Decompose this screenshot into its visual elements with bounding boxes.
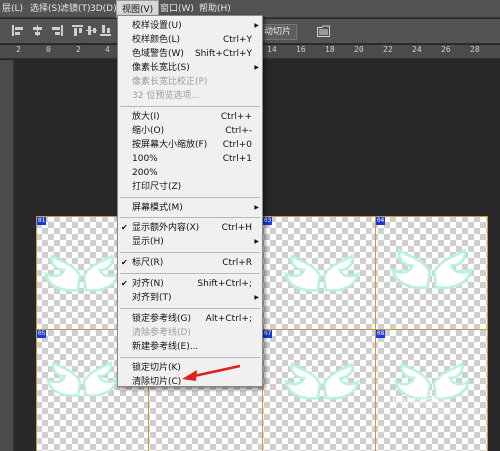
folder-icon[interactable]: [317, 25, 330, 37]
menu-item-screen-mode[interactable]: 屏幕模式(M) ▶: [118, 201, 262, 215]
slice-label: 08: [376, 330, 386, 338]
distribute-top-icon[interactable]: [72, 25, 83, 36]
menu-separator: [120, 273, 260, 274]
menu-item-proof-setup[interactable]: 校样设置(U) ▶: [118, 19, 262, 33]
view-menu-dropdown: 校样设置(U) ▶ 校样颜色(L) Ctrl+Y 色域警告(W) Shift+Ctrl…: [117, 15, 263, 387]
ruler-label: 22: [383, 45, 393, 54]
menu-separator: [120, 357, 260, 358]
menu-item-32bit-preview: 32 位预览选项...: [132, 91, 200, 101]
menu-item-zoom-in[interactable]: 放大(I) Ctrl++: [118, 110, 262, 124]
slice-label: 05: [37, 330, 47, 338]
checkmark-icon: ✔: [121, 258, 128, 267]
menu-separator: [120, 252, 260, 253]
menu-item-show[interactable]: 显示(H) ▶: [118, 235, 262, 249]
ruler-label: 18: [325, 45, 335, 54]
menu-separator: [120, 217, 260, 218]
menu-item-proof-colors[interactable]: 校样颜色(L) Ctrl+Y: [118, 33, 262, 47]
menu-item-snap[interactable]: ✔ 对齐(N) Shift+Ctrl+;: [118, 277, 262, 291]
wings-image: [284, 254, 360, 292]
menu-item-pixel-aspect-correction: 像素长宽比校正(P): [132, 77, 208, 87]
wings-image: [391, 248, 473, 290]
menu-item-print-size[interactable]: 打印尺寸(Z): [118, 180, 262, 194]
ruler-label: 2: [16, 45, 21, 54]
menu-item-pixel-aspect-ratio[interactable]: 像素长宽比(S) ▶: [118, 61, 262, 75]
watermark-url: jingyan.baidu.com: [404, 406, 478, 415]
ruler-label: 0: [46, 45, 51, 54]
ruler-label: 26: [441, 45, 451, 54]
slice-label: 07: [263, 330, 273, 338]
ruler-label: 4: [105, 45, 110, 54]
ruler-label: 2: [76, 45, 81, 54]
submenu-arrow-icon: ▶: [254, 238, 259, 245]
align-center-icon[interactable]: [32, 25, 43, 36]
checkmark-icon: ✔: [121, 223, 128, 232]
distribute-bottom-icon[interactable]: [100, 25, 111, 36]
ruler-label: 14: [267, 45, 277, 54]
menu-select[interactable]: 选择(S): [30, 0, 61, 18]
checkmark-icon: ✔: [121, 279, 128, 288]
slice-line: [487, 216, 488, 451]
submenu-arrow-icon: ▶: [254, 64, 259, 71]
menu-item-extras[interactable]: ✔ 显示额外内容(X) Ctrl+H: [118, 221, 262, 235]
menu-item-snap-to[interactable]: 对齐到(T) ▶: [118, 291, 262, 305]
menu-item-200-percent[interactable]: 200%: [118, 166, 262, 180]
wings-image: [46, 361, 118, 397]
menu-separator: [120, 197, 260, 198]
ruler-label: 28: [470, 45, 480, 54]
submenu-arrow-icon: ▶: [254, 204, 259, 211]
annotation-arrow-icon: [182, 364, 241, 381]
menu-item-fit-on-screen[interactable]: 按屏幕大小缩放(F) Ctrl+0: [118, 138, 262, 152]
wings-image: [284, 362, 360, 400]
menu-separator: [120, 106, 260, 107]
align-right-icon[interactable]: [52, 25, 63, 36]
slice-label: 03: [263, 217, 273, 225]
menu-item-clear-guides: 清除参考线(D): [132, 328, 191, 338]
menu-3d[interactable]: 3D(D): [90, 0, 117, 18]
distribute-middle-icon[interactable]: [86, 25, 97, 36]
wings-image: [44, 254, 120, 292]
menu-item-100-percent[interactable]: 100% Ctrl+1: [118, 152, 262, 166]
menu-filter[interactable]: 滤镜(T): [60, 0, 91, 18]
menu-item-lock-guides[interactable]: 锁定参考线(G) Alt+Ctrl+;: [118, 312, 262, 326]
slice-label: 04: [376, 217, 386, 225]
vertical-ruler: [0, 60, 14, 451]
align-left-icon[interactable]: [12, 25, 23, 36]
ruler-label: 20: [354, 45, 364, 54]
menu-layer[interactable]: 层(L): [2, 0, 23, 18]
auto-slice-button[interactable]: 动切片: [258, 24, 298, 40]
submenu-arrow-icon: ▶: [254, 294, 259, 301]
submenu-arrow-icon: ▶: [254, 22, 259, 29]
ruler-label: 16: [296, 45, 306, 54]
menu-item-rulers[interactable]: ✔ 标尺(R) Ctrl+R: [118, 256, 262, 270]
slice-label: 01: [37, 217, 47, 225]
menu-item-zoom-out[interactable]: 缩小(O) Ctrl+-: [118, 124, 262, 138]
menu-separator: [120, 308, 260, 309]
menu-item-new-guide[interactable]: 新建参考线(E)...: [118, 340, 262, 354]
menu-item-gamut-warning[interactable]: 色域警告(W) Shift+Ctrl+Y: [118, 47, 262, 61]
ruler-label: 24: [412, 45, 422, 54]
